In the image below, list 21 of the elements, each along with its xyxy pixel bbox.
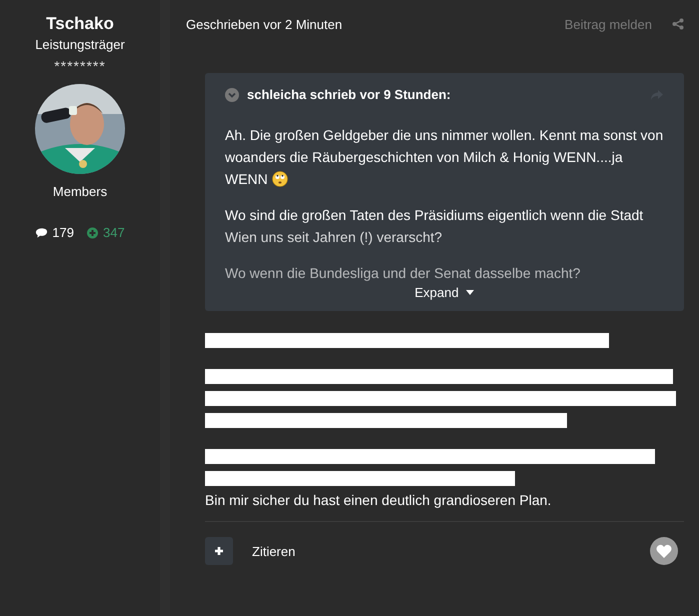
expand-button[interactable]: Expand — [410, 282, 478, 303]
quote-author: schleicha schrieb vor 9 Stunden: — [247, 87, 451, 102]
rank-stars: ******** — [54, 58, 106, 74]
member-group: Members — [52, 184, 108, 199]
quote-paragraph: Wo wenn die Bundesliga und der Senat dasselbe macht? — [225, 264, 582, 283]
post-timestamp: Geschrieben vor 2 Minuten — [186, 16, 342, 32]
caret-icon — [466, 290, 474, 295]
quote-paragraph: Wo sind die großen Taten des Präsidiums eigentlich wenn die Stadt Wien uns seit Jahren (!) verarscht? — [225, 206, 644, 247]
multiquote-button[interactable] — [205, 537, 233, 565]
plus-icon — [214, 546, 224, 556]
chevron-down-icon[interactable] — [225, 88, 239, 102]
plus-circle-icon — [86, 226, 99, 238]
post-count: 179 — [52, 225, 74, 240]
quote-link[interactable]: Zitieren — [252, 544, 296, 558]
author-rank: Leistungsträger — [35, 37, 125, 52]
quote-paragraph: Ah. Die großen Geldgeber die uns nimmer wollen. Kennt ma sonst von woanders die Räubergeschichten von Milch & Honig WENN....ja WENN — [225, 126, 664, 189]
author-name[interactable]: Tschako — [46, 14, 114, 34]
comment-icon — [35, 226, 48, 238]
post-text: Bin mir sicher du hast einen deutlich grandioseren Plan. — [205, 491, 552, 510]
share-icon[interactable] — [672, 18, 684, 30]
reputation-count: 347 — [103, 225, 125, 240]
